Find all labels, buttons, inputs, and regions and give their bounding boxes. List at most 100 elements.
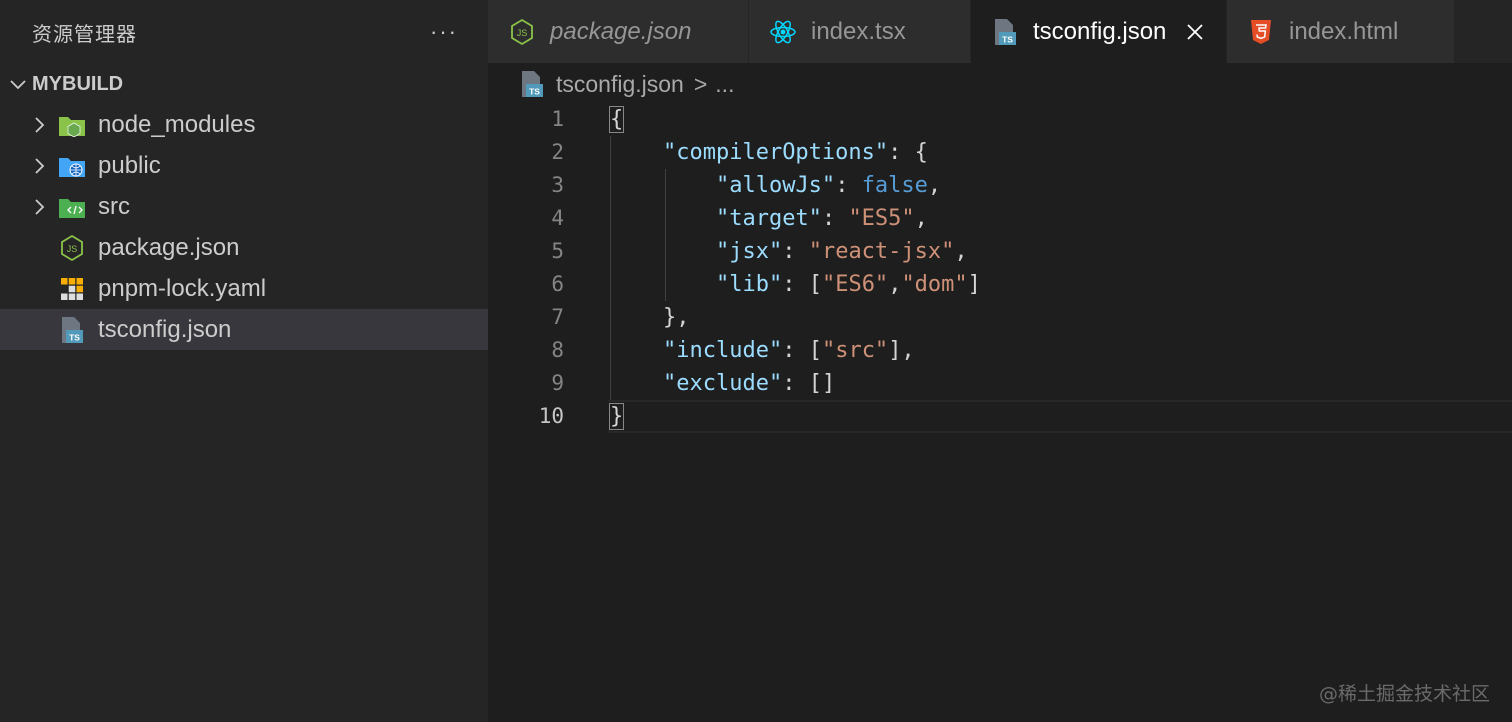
watermark: @稀土掘金技术社区 [1318,683,1490,705]
svg-text:JS: JS [517,28,528,38]
editor-tab-bar: JS package.json index.tsx TS tsconfig.js… [488,0,1512,63]
tree-item-src[interactable]: src [0,186,488,227]
breadcrumb-separator: > [693,70,708,97]
json-key: "jsx" [715,239,783,264]
bracket-match: { [608,106,625,133]
tsconfig-icon: TS [58,316,86,344]
json-key: "include" [662,338,783,363]
code-line: 5 "jsx": "react-jsx", [488,235,1512,268]
json-punc: }, [662,305,690,330]
code-text: "jsx": "react-jsx", [610,235,968,268]
json-punc: , [914,206,928,231]
tree-item-public[interactable]: public [0,145,488,186]
tree-item-label: pnpm-lock.yaml [98,274,267,302]
line-number: 9 [551,371,564,395]
svg-text:TS: TS [1002,34,1013,44]
json-key: "target" [715,206,822,231]
tree-item-tsconfig-json[interactable]: TS tsconfig.json [0,309,488,350]
json-punc: , [888,272,902,297]
json-punc: : [ [782,338,822,363]
json-string: "src" [821,338,889,363]
code-line: 8 "include": ["src"], [488,334,1512,367]
tab-index-tsx[interactable]: index.tsx [749,0,971,63]
svg-text:TS: TS [529,87,540,97]
json-punc: : [] [782,371,836,396]
json-string: "react-jsx" [808,239,955,264]
chevron-right-icon [26,195,52,219]
more-actions-button[interactable]: ··· [430,19,458,45]
code-text: "compilerOptions": { [610,136,928,169]
json-string: "dom" [901,272,968,297]
tab-index-html[interactable]: index.html [1227,0,1455,63]
node-folder-icon [58,111,86,139]
breadcrumb-file[interactable]: tsconfig.json [556,71,684,98]
tab-label: index.tsx [811,17,906,45]
code-line: 3 "allowJs": false, [488,169,1512,202]
json-boolean: false [861,173,928,198]
explorer-title: 资源管理器 [32,23,137,46]
line-number: 10 [538,404,564,428]
code-line: 1 { [488,103,1512,136]
json-punc: : [835,173,862,198]
line-number: 2 [551,140,564,164]
code-text: { [608,103,625,136]
code-text: "exclude": [] [610,367,835,400]
chevron-down-icon [6,72,30,96]
bracket-match: } [608,403,625,430]
code-line: 2 "compilerOptions": { [488,136,1512,169]
tree-item-package-json[interactable]: JS package.json [0,227,488,268]
json-key: "exclude" [662,371,783,396]
tab-tsconfig-json[interactable]: TS tsconfig.json [971,0,1227,63]
tree-item-node-modules[interactable]: node_modules [0,104,488,145]
code-text: }, [610,301,690,334]
tree-item-label: src [98,192,130,220]
react-icon [769,18,797,46]
svg-text:JS: JS [67,244,78,254]
project-name: MYBUILD [32,72,124,95]
tab-label: package.json [550,17,692,45]
line-number: 3 [551,173,564,197]
code-text: "include": ["src"], [610,334,915,367]
pnpm-icon [58,275,86,303]
json-punc: ], [888,338,915,363]
nodejs-icon: JS [508,18,536,46]
chevron-right-icon [26,154,52,178]
explorer-header: 资源管理器 ··· [0,0,488,64]
line-number: 4 [551,206,564,230]
line-number: 1 [551,107,564,131]
json-string: "ES5" [848,206,915,231]
json-key: "compilerOptions" [662,140,889,165]
tree-item-label: node_modules [98,110,256,138]
json-punc: : { [888,140,928,165]
chevron-right-icon [26,113,52,137]
json-punc: : [ [782,272,822,297]
html5-icon [1247,18,1275,46]
line-number: 6 [551,272,564,296]
close-icon[interactable] [1184,21,1206,43]
tree-item-pnpm-lock[interactable]: pnpm-lock.yaml [0,268,488,309]
tsconfig-icon: TS [991,18,1019,46]
project-root-row[interactable]: MYBUILD [0,64,488,104]
nodejs-icon: JS [58,234,86,262]
line-number: 7 [551,305,564,329]
json-punc: , [927,173,942,198]
tsconfig-icon: TS [520,70,544,98]
svg-text:TS: TS [69,332,80,342]
tree-item-label: package.json [98,233,240,261]
code-line-current: 10 } [488,400,1512,433]
breadcrumb: TS tsconfig.json > ... [520,66,734,102]
json-punc: ] [967,272,981,297]
json-punc: : [782,239,809,264]
tab-label: tsconfig.json [1033,17,1167,45]
code-line: 9 "exclude": [] [488,367,1512,400]
json-key: "lib" [715,272,783,297]
line-number: 5 [551,239,564,263]
tab-label: index.html [1289,17,1399,45]
json-punc: : [821,206,849,231]
json-key: "allowJs" [715,173,836,198]
code-line: 6 "lib": ["ES6","dom"] [488,268,1512,301]
code-editor[interactable]: 1 { 2 "compilerOptions": { 3 "allowJs": … [488,103,1512,722]
tab-package-json[interactable]: JS package.json [488,0,749,63]
code-text: "target": "ES5", [610,202,928,235]
breadcrumb-more[interactable]: ... [715,71,734,98]
